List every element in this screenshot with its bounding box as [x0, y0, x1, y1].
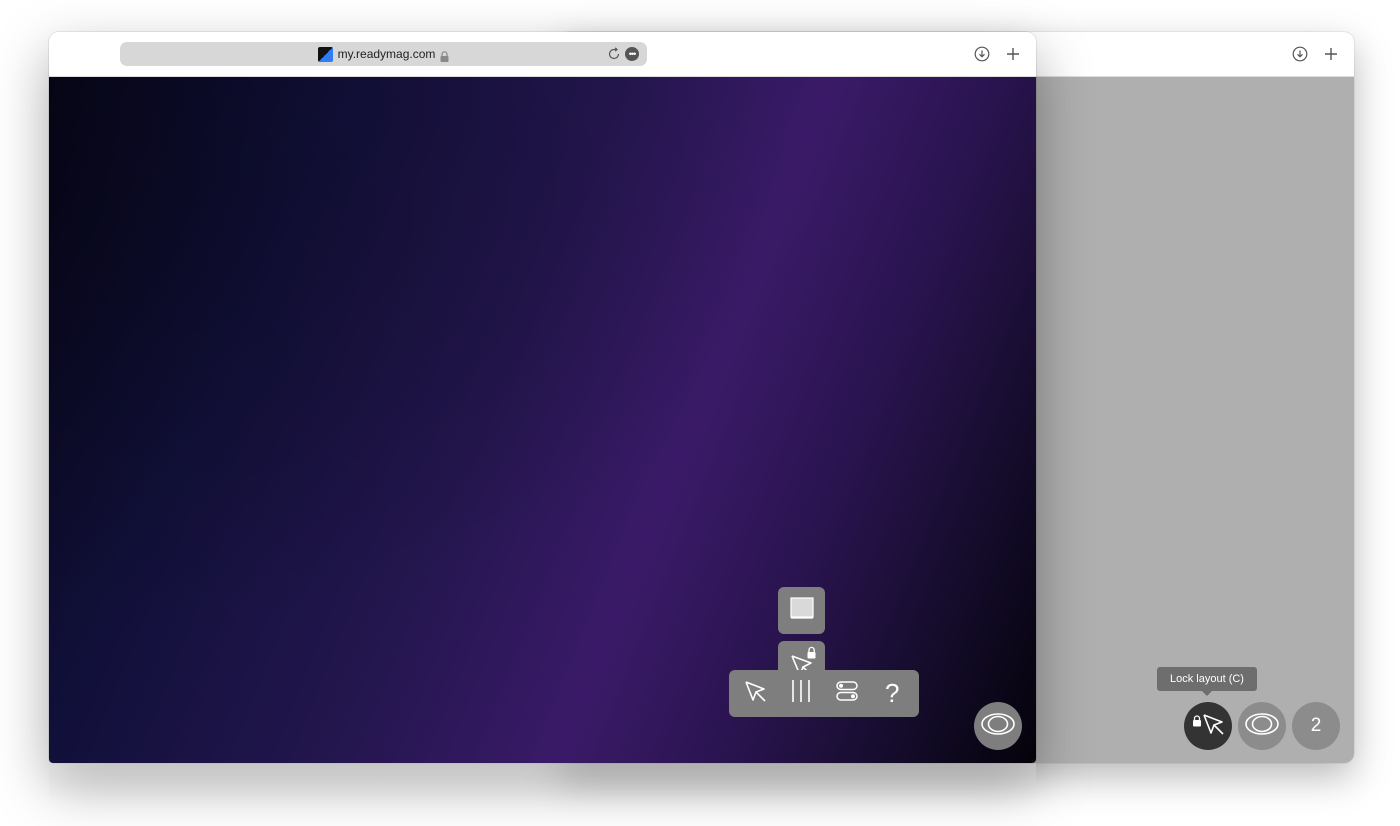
url-text: my.readymag.com	[338, 47, 436, 61]
eye-icon	[980, 712, 1016, 741]
help-button[interactable]: ?	[872, 674, 912, 714]
page-canvas	[49, 77, 1036, 763]
frame-icon	[789, 596, 815, 625]
browser-toolbar: my.readymag.com •••	[49, 32, 1036, 77]
columns-icon	[789, 678, 813, 709]
more-icon[interactable]: •••	[625, 47, 639, 61]
lock-pointer-icon	[1188, 709, 1228, 744]
download-icon[interactable]	[973, 45, 991, 63]
toggles-icon	[834, 678, 860, 709]
editor-toolbar: ?	[729, 670, 919, 717]
eye-icon	[1244, 712, 1280, 741]
address-center: my.readymag.com	[120, 42, 647, 66]
browser-window: my.readymag.com •••	[49, 32, 1036, 763]
site-favicon-icon	[318, 47, 333, 62]
address-bar[interactable]: my.readymag.com •••	[120, 42, 647, 66]
preview-button[interactable]	[974, 702, 1022, 750]
lock-layout-tooltip: Lock layout (C)	[1157, 667, 1257, 691]
canvas-vignette	[49, 77, 1036, 763]
frame-button[interactable]	[778, 587, 825, 634]
pointer-tool-button[interactable]	[736, 674, 776, 714]
back-preview-button[interactable]	[1238, 702, 1286, 750]
page-count: 2	[1311, 715, 1322, 737]
new-tab-icon[interactable]	[1004, 45, 1022, 63]
reload-icon[interactable]	[607, 47, 621, 61]
page-count-button[interactable]: 2	[1292, 702, 1340, 750]
new-tab-icon[interactable]	[1322, 45, 1340, 63]
help-icon: ?	[885, 678, 899, 709]
settings-toggles-button[interactable]	[827, 674, 867, 714]
columns-button[interactable]	[781, 674, 821, 714]
lock-icon	[440, 49, 449, 60]
download-icon[interactable]	[1291, 45, 1309, 63]
window-shadow	[49, 763, 1036, 803]
pointer-icon	[743, 678, 769, 709]
lock-layout-round-button[interactable]	[1184, 702, 1232, 750]
